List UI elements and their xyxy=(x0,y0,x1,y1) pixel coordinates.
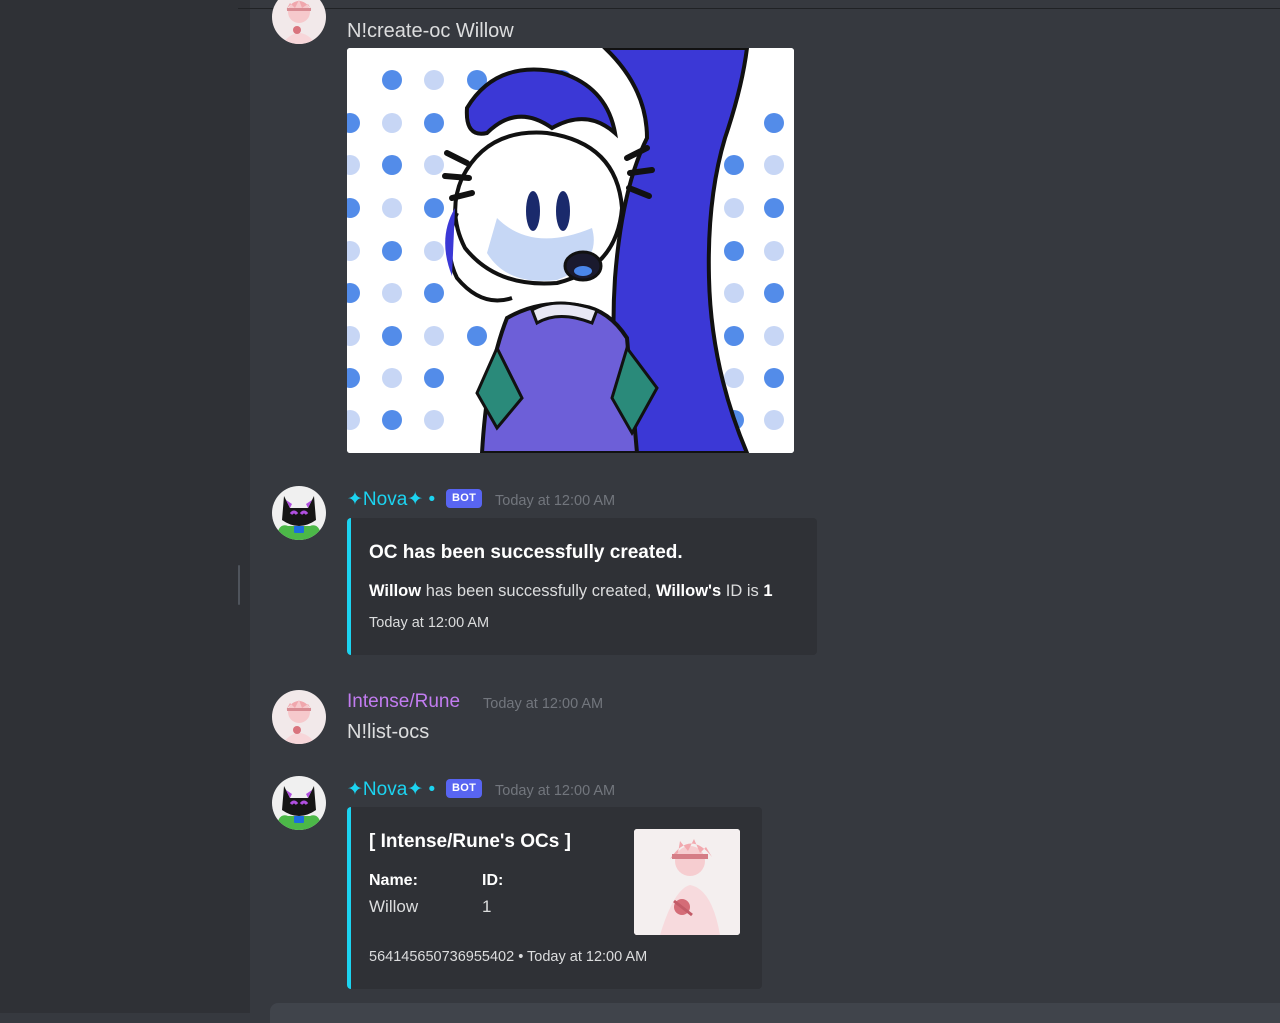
field-name-value: Willow xyxy=(369,897,419,916)
bot-badge: BOT xyxy=(446,779,483,798)
embed-footer: 564145650736955402 • Today at 12:00 AM xyxy=(369,949,647,965)
bot-avatar[interactable] xyxy=(272,776,326,830)
bot-avatar[interactable] xyxy=(272,486,326,540)
embed-description: Willow has been successfully created, Wi… xyxy=(369,582,773,601)
attached-drawing-image[interactable] xyxy=(347,48,794,453)
scroll-indicator xyxy=(238,565,240,605)
message-timestamp[interactable]: Today at 12:00 AM xyxy=(495,783,615,799)
bot-badge: BOT xyxy=(446,489,483,508)
embed-title: [ Intense/Rune's OCs ] xyxy=(369,831,571,852)
footer-separator: • xyxy=(518,949,524,965)
embed-thumbnail[interactable] xyxy=(634,829,740,935)
bot-username[interactable]: ✦Nova✦ • xyxy=(347,488,435,511)
message-text: N!create-oc Willow xyxy=(347,20,514,42)
message-text: N!list-ocs xyxy=(347,721,430,743)
embed-oc-list: [ Intense/Rune's OCs ] Name: Willow ID: … xyxy=(347,807,762,989)
left-sidebar xyxy=(0,0,250,1013)
footer-user-id: 564145650736955402 xyxy=(369,949,515,965)
embed-title: OC has been successfully created. xyxy=(369,542,683,563)
oc-id-value: 1 xyxy=(763,582,773,600)
header-divider xyxy=(238,8,1280,9)
oc-id-label: Willow's xyxy=(655,582,722,600)
field-name-label: Name: xyxy=(369,872,418,889)
embed-footer: Today at 12:00 AM xyxy=(369,615,490,631)
desc-text: has been successfully created, xyxy=(425,582,652,600)
field-id-value: 1 xyxy=(482,897,492,916)
field-id-label: ID: xyxy=(482,872,504,889)
footer-time: Today at 12:00 AM xyxy=(527,949,648,965)
bot-username[interactable]: ✦Nova✦ • xyxy=(347,778,435,801)
message-timestamp[interactable]: Today at 12:00 AM xyxy=(495,493,615,509)
embed-success: OC has been successfully created. Willow… xyxy=(347,518,817,655)
user-avatar[interactable] xyxy=(272,690,326,744)
message-timestamp[interactable]: Today at 12:00 AM xyxy=(483,696,603,712)
message-composer[interactable] xyxy=(270,1003,1280,1023)
desc-id-text: ID is xyxy=(725,582,759,600)
oc-name: Willow xyxy=(369,582,422,600)
user-username[interactable]: Intense/Rune xyxy=(347,691,460,713)
user-avatar[interactable] xyxy=(272,0,326,44)
